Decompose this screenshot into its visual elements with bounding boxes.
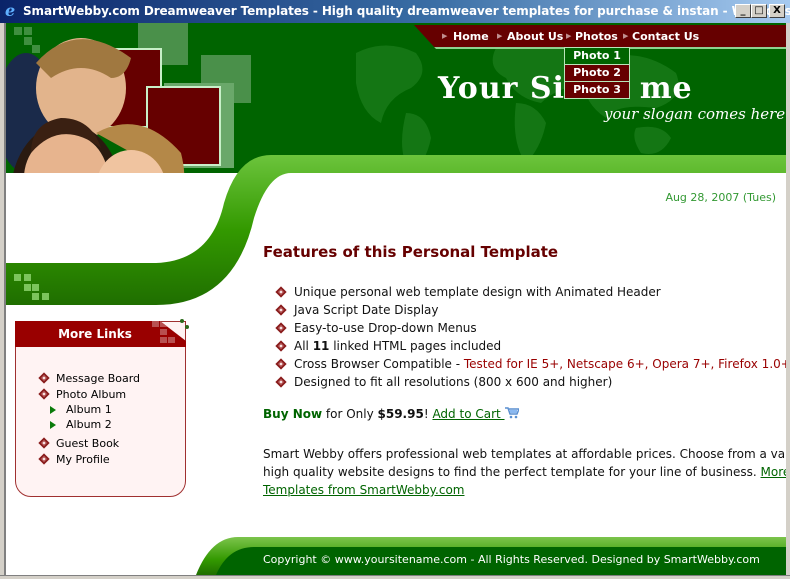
feature-text: Java Script Date Display (294, 303, 439, 317)
maximize-button[interactable]: □ (751, 4, 767, 18)
diamond-bullet-icon (275, 376, 287, 388)
page-title: Features of this Personal Template (263, 243, 559, 261)
nav-home[interactable]: Home (453, 30, 489, 43)
sidebar-item-guest-book[interactable]: Guest Book (38, 435, 140, 451)
diamond-bullet-icon (38, 453, 50, 465)
more-templates-link-cont[interactable]: Templates from SmartWebby.com (263, 483, 464, 497)
diamond-bullet-icon (38, 388, 50, 400)
feature-item: Easy-to-use Drop-down Menus (275, 319, 786, 337)
sidebar-item-label: Photo Album (56, 387, 127, 401)
page-viewport: ▶ Home ▶ About Us ▶ Photos ▶ Contact Us … (4, 23, 786, 575)
sidebar-item-my-profile[interactable]: My Profile (38, 451, 140, 467)
family-photo (6, 38, 185, 173)
sidebar-item-message-board[interactable]: Message Board (38, 370, 141, 386)
sidebar-item-label: Message Board (56, 371, 141, 385)
feature-text: Unique personal web template design with… (294, 285, 661, 299)
more-templates-link[interactable]: More (761, 465, 786, 479)
feature-item: Designed to fit all resolutions (800 x 6… (275, 373, 786, 391)
more-links-header: More Links (15, 321, 186, 347)
footer-copyright: Copyright © www.yoursitename.com - All R… (263, 553, 760, 566)
diamond-bullet-icon (38, 437, 50, 449)
feature-item: All 11 linked HTML pages included (275, 337, 786, 355)
page-count: 11 (312, 339, 330, 353)
description-line: high quality website designs to find the… (263, 465, 761, 479)
feature-text: linked HTML pages included (329, 339, 502, 353)
diamond-bullet-icon (275, 340, 287, 352)
dropdown-photo-3[interactable]: Photo 3 (564, 81, 630, 99)
header-banner: ▶ Home ▶ About Us ▶ Photos ▶ Contact Us … (6, 23, 786, 173)
feature-text: All (294, 339, 313, 353)
sidebar-item-album-1[interactable]: Album 1 (40, 402, 140, 417)
more-links-box: More Links Message Board Photo Album Alb… (15, 319, 189, 497)
diamond-bullet-icon (275, 322, 287, 334)
close-button[interactable]: X (769, 4, 785, 18)
main-content: Features of this Personal Template Uniqu… (263, 243, 786, 497)
top-nav-bar: ▶ Home ▶ About Us ▶ Photos ▶ Contact Us (414, 25, 786, 49)
diamond-bullet-icon (275, 286, 287, 298)
nav-bullet-icon: ▶ (623, 32, 629, 40)
nav-photos[interactable]: Photos (575, 30, 618, 43)
sidebar-item-label: My Profile (56, 452, 110, 466)
window-title: SmartWebby.com Dreamweaver Templates - H… (23, 4, 790, 18)
title-bar[interactable]: e SmartWebby.com Dreamweaver Templates -… (0, 0, 790, 23)
shopping-cart-icon (504, 407, 519, 419)
sidebar-item-label: Guest Book (56, 436, 120, 450)
diamond-bullet-icon (275, 358, 287, 370)
feature-item: Unique personal web template design with… (275, 283, 786, 301)
feature-item: Cross Browser Compatible - Tested for IE… (275, 355, 786, 373)
sidebar-item-label: Album 1 (66, 403, 112, 416)
window-bottom-border (0, 575, 790, 579)
description-paragraph: Smart Webby offers professional web temp… (263, 445, 786, 499)
buy-line: Buy Now for Only $59.95! Add to Cart (263, 407, 519, 421)
add-to-cart-label: Add to Cart (432, 407, 505, 421)
browser-window: e SmartWebby.com Dreamweaver Templates -… (0, 0, 790, 579)
description-line: Smart Webby offers professional web temp… (263, 447, 786, 461)
photos-dropdown-menu: Photo 1 Photo 2 Photo 3 (564, 47, 630, 99)
add-to-cart-link[interactable]: Add to Cart (432, 407, 519, 421)
site-slogan: your slogan comes here (604, 105, 786, 123)
nav-bullet-icon: ▶ (497, 32, 503, 40)
nav-bullet-icon: ▶ (566, 32, 572, 40)
sidebar-item-photo-album[interactable]: Photo Album (38, 386, 140, 402)
ie-logo-icon: e (5, 1, 16, 20)
features-list: Unique personal web template design with… (275, 283, 786, 391)
feature-text: Designed to fit all resolutions (800 x 6… (294, 375, 613, 389)
sidebar-item-album-2[interactable]: Album 2 (40, 417, 140, 432)
more-links-list: Message Board Photo Album Album 1 Album … (38, 370, 141, 467)
browser-compat-text: Tested for IE 5+, Netscape 6+, Opera 7+,… (463, 357, 786, 371)
price: $59.95 (377, 407, 424, 421)
minimize-button[interactable]: _ (735, 4, 751, 18)
diamond-bullet-icon (275, 304, 287, 316)
triangle-bullet-icon (50, 405, 56, 414)
nav-contact-us[interactable]: Contact Us (632, 30, 699, 43)
dropdown-photo-1[interactable]: Photo 1 (564, 47, 630, 65)
feature-text: Cross Browser Compatible - (294, 357, 464, 371)
more-links-title: More Links (58, 327, 132, 341)
dropdown-photo-2[interactable]: Photo 2 (564, 64, 630, 82)
sidebar-item-label: Album 2 (66, 418, 112, 431)
nav-bullet-icon: ▶ (442, 32, 448, 40)
diamond-bullet-icon (38, 372, 50, 384)
feature-item: Java Script Date Display (275, 301, 786, 319)
site-title-right: me (639, 71, 693, 106)
site-title-left: Your Sit (438, 71, 580, 106)
feature-text: Easy-to-use Drop-down Menus (294, 321, 477, 335)
nav-about-us[interactable]: About Us (507, 30, 563, 43)
buy-now-label: Buy Now (263, 407, 323, 421)
for-only-text: for Only (322, 407, 378, 421)
triangle-bullet-icon (50, 420, 56, 429)
date-display: Aug 28, 2007 (Tues) (665, 191, 776, 204)
